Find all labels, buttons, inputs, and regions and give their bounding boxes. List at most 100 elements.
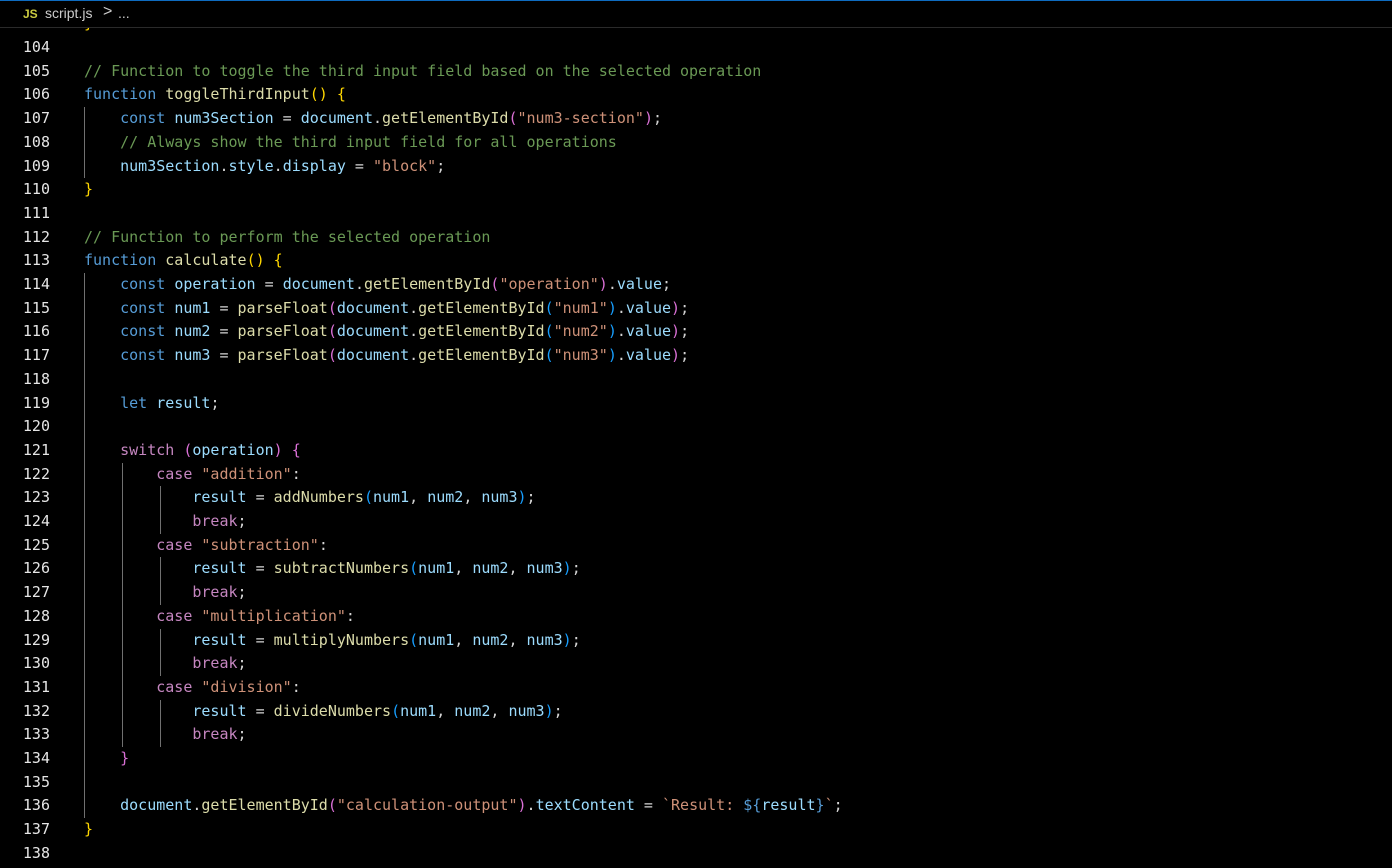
code-token: =: [246, 559, 274, 578]
code-line[interactable]: 125 case "subtraction":: [0, 534, 1392, 558]
code-line[interactable]: 107 const num3Section = document.getElem…: [0, 107, 1392, 131]
code-line[interactable]: 111: [0, 202, 1392, 226]
code-token: const: [120, 322, 166, 341]
code-text: // Function to perform the selected oper…: [84, 226, 490, 250]
line-number: 105: [22, 61, 50, 80]
indent-guide: [160, 486, 161, 534]
code-line[interactable]: 110}: [0, 178, 1392, 202]
code-token: ;: [680, 298, 690, 317]
code-line[interactable]: 118: [0, 368, 1392, 392]
code-line[interactable]: 121 switch (operation) {: [0, 439, 1392, 463]
code-token: getElementById: [201, 796, 328, 815]
breadcrumb-more[interactable]: ...: [118, 5, 130, 21]
code-line[interactable]: 138: [0, 842, 1392, 866]
code-token: ;: [237, 725, 247, 744]
code-line[interactable]: 123 result = addNumbers(num1, num2, num3…: [0, 486, 1392, 510]
code-token: const: [120, 298, 166, 317]
code-token: .: [409, 346, 419, 365]
code-token: num1: [400, 701, 437, 720]
code-line[interactable]: 106 function toggleThirdInput() {: [0, 83, 1392, 107]
code-line[interactable]: 105 // Function to toggle the third input…: [0, 60, 1392, 84]
code-token: case: [156, 606, 193, 625]
code-line[interactable]: 133 break;: [0, 723, 1392, 747]
code-token: ): [607, 322, 617, 341]
code-token: (: [544, 346, 554, 365]
code-text: break;: [84, 652, 246, 676]
code-token: getElementById: [418, 322, 545, 341]
code-line[interactable]: 109 num3Section.style.display = "block";: [0, 155, 1392, 179]
code-token: getElementById: [418, 346, 545, 365]
code-token: result: [192, 630, 247, 649]
code-token: .: [354, 275, 364, 293]
code-line[interactable]: 127 break;: [0, 581, 1392, 605]
line-number: 110: [22, 180, 50, 199]
breadcrumb-file[interactable]: script.js: [45, 5, 92, 21]
code-line[interactable]: 134 }: [0, 747, 1392, 771]
code-text: num3Section.style.display = "block";: [84, 155, 445, 179]
code-token: break: [192, 654, 238, 673]
code-line[interactable]: 119 let result;: [0, 392, 1392, 416]
code-line[interactable]: 117 const num3 = parseFloat(document.get…: [0, 344, 1392, 368]
code-token: break: [192, 725, 238, 744]
line-number: 107: [22, 109, 50, 128]
code-text: }: [84, 747, 129, 771]
code-token: const: [120, 346, 166, 365]
code-token: ;: [662, 275, 672, 293]
code-token: num3: [174, 346, 211, 365]
code-line[interactable]: 135: [0, 771, 1392, 795]
code-token: subtractNumbers: [273, 559, 410, 578]
code-line[interactable]: 112 // Function to perform the selected o…: [0, 226, 1392, 250]
code-line[interactable]: 126 result = subtractNumbers(num1, num2,…: [0, 557, 1392, 581]
line-number: 121: [22, 440, 50, 459]
code-line[interactable]: 108 // Always show the third input field…: [0, 131, 1392, 155]
code-line[interactable]: 136 document. getElementById("calculation…: [0, 794, 1392, 818]
code-line[interactable]: 115 const num1 = parseFloat(document.get…: [0, 297, 1392, 321]
code-text: break;: [84, 581, 246, 605]
indent-guide: [122, 462, 123, 747]
code-text: const num1 = parseFloat(document.getElem…: [84, 297, 689, 321]
code-line[interactable]: 137}: [0, 818, 1392, 842]
code-line[interactable]: 122 case "addition":: [0, 463, 1392, 487]
code-line[interactable]: 130 break;: [0, 652, 1392, 676]
editor-text-area[interactable]: } 104 105 // Function to toggle the third …: [0, 28, 1392, 868]
code-token: =: [210, 322, 238, 341]
code-token: (: [327, 322, 337, 341]
code-token: toggleThirdInput: [165, 85, 310, 104]
code-line[interactable]: 132 result = divideNumbers(num1, num2, n…: [0, 700, 1392, 724]
javascript-file-icon: JS: [23, 7, 38, 21]
code-text: const num2 = parseFloat(document.getElem…: [84, 320, 689, 344]
code-line[interactable]: 124 break;: [0, 510, 1392, 534]
code-line[interactable]: 114 const operation = document.getElemen…: [0, 273, 1392, 297]
code-line[interactable]: 116 const num2 = parseFloat(document.get…: [0, 320, 1392, 344]
code-token: num3Section: [120, 156, 220, 175]
line-number: 108: [22, 132, 50, 151]
code-line[interactable]: 129 result = multiplyNumbers(num1, num2,…: [0, 629, 1392, 653]
code-line[interactable]: 120: [0, 415, 1392, 439]
code-line[interactable]: 104: [0, 36, 1392, 60]
code-token: .: [373, 109, 383, 128]
code-token: {: [291, 440, 301, 459]
code-token: num1: [174, 298, 211, 317]
code-token: }: [84, 180, 94, 199]
code-token: result: [192, 488, 247, 507]
code-token: ): [517, 796, 527, 815]
code-line[interactable]: 131 case "division":: [0, 676, 1392, 700]
code-token: addNumbers: [273, 488, 364, 507]
code-line[interactable]: 128 case "multiplication":: [0, 605, 1392, 629]
line-number: 124: [22, 512, 50, 530]
code-token: ,: [508, 630, 527, 649]
code-token: =: [345, 156, 373, 175]
code-line[interactable]: 113 function calculate() {: [0, 249, 1392, 273]
code-token: :: [291, 677, 301, 696]
line-number: 122: [22, 464, 50, 483]
